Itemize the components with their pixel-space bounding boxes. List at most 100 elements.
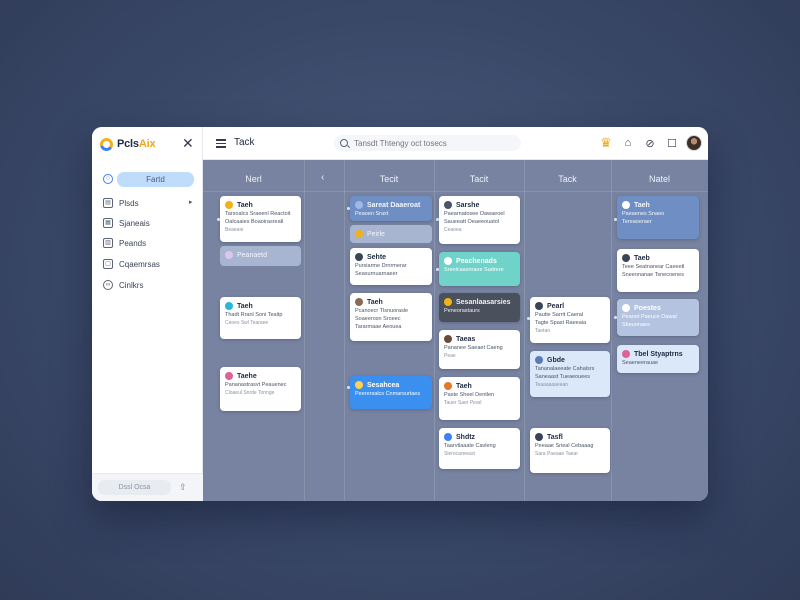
card-title-text: Sarshe (456, 201, 480, 209)
task-card[interactable]: Sareat Daaeroat Peaoen Sraxt (350, 196, 432, 221)
home-icon[interactable]: ⌂ (620, 135, 636, 151)
avatar[interactable] (686, 135, 702, 151)
card-meta: Sara Paeaae Taear (535, 451, 578, 457)
card-title: Sesanlaasarsies (444, 297, 515, 307)
connector-dot (436, 268, 439, 271)
card-avatar-icon (444, 257, 452, 265)
task-card[interactable]: Taeh Paeaenes Snaeo Tereaoeraer (617, 196, 699, 239)
chat-icon[interactable]: ☐ (664, 135, 680, 151)
menu-icon[interactable] (216, 139, 226, 148)
task-card[interactable]: Pearl Pautie Sarrit Caeral Tagte Spast Rae… (530, 297, 610, 343)
task-card[interactable]: Shdtz Taarvtlaaate Cavleng Slerocareeast (439, 428, 520, 469)
column-divider (304, 160, 305, 501)
sidebar-item-cqaemrsas[interactable]: ▢ Cqaemrsas (103, 258, 160, 270)
card-description: Taarvtlaaate Cavleng (444, 443, 496, 449)
card-title: Poestes (622, 303, 694, 313)
column-title[interactable]: Nerl (203, 174, 304, 184)
card-title: Shdtz (444, 432, 515, 442)
search-icon (340, 139, 348, 147)
settings-icon[interactable]: ⇧ (179, 482, 187, 493)
card-avatar-icon (355, 253, 363, 261)
task-card[interactable]: Taeh Thadt Rranl Soni Teaitp Ceoes Swl Tea… (220, 297, 301, 339)
task-card[interactable]: Peachenads Sreolcaasnraoe Sadrere (439, 252, 520, 286)
task-card[interactable]: Tasfl Peeaae Srieal Cebaaag Sara Paeaae Ta… (530, 428, 610, 473)
task-card[interactable]: Taehe Pananastrasvt Peauenec Cloaeul Snrde… (220, 367, 301, 411)
sidebar-item-cinlkrs[interactable]: ∞ Cinlkrs (103, 279, 143, 291)
card-meta: Ceaoea (444, 227, 462, 233)
connector-dot (614, 316, 617, 319)
card-avatar-icon (622, 304, 630, 312)
card-title: Sehte (355, 252, 427, 262)
card-avatar-icon (355, 201, 363, 209)
card-description: Peaoen Sraxt (355, 211, 389, 217)
card-title: Taeh (355, 297, 427, 307)
task-card[interactable]: Taeb Teee Seatnanear Caeeetl Sneeonanae Ts… (617, 249, 699, 292)
card-title-text: Peirle (367, 230, 385, 238)
card-title: Taeh (225, 200, 296, 210)
task-card[interactable]: Taeh Pcanoecr Tlsnuorasle Soaeerosn Sroeec… (350, 293, 432, 341)
sidebar-primary-button[interactable]: Fartd (117, 172, 194, 187)
circle-icon: ○ (103, 174, 113, 184)
brand[interactable]: PclsAix (100, 135, 156, 153)
card-meta: Taetao (535, 328, 551, 334)
task-card[interactable]: Sehte Pursiarme Drnrmerar Seaxurnuarnaeer (350, 248, 432, 285)
card-meta: Ceoes Swl Tearaee (225, 320, 269, 326)
task-card[interactable]: Sesanlaasarsies Peneorastaurs (439, 293, 520, 322)
card-title-text: Taeh (237, 201, 253, 209)
sidebar-item-peands[interactable]: ▥ Peands (103, 237, 146, 249)
card-title-text: Taeas (456, 335, 476, 343)
page-title: Tack (234, 137, 255, 148)
card-avatar-icon (225, 251, 233, 259)
card-title-text: Taeb (634, 254, 650, 262)
card-meta: Beaeaie (225, 227, 244, 233)
task-card[interactable]: Taeas Pananee Saeaet Caeng Peae (439, 330, 520, 369)
task-card[interactable]: Peirle (350, 225, 432, 243)
card-meta: Tauer Saer Pearl (444, 400, 482, 406)
card-description: Seaeneerauae (622, 360, 659, 366)
crown-icon[interactable]: ♛ (598, 135, 614, 151)
card-avatar-icon (355, 381, 363, 389)
close-icon[interactable]: ✕ (182, 136, 194, 150)
chevron-right-icon[interactable]: ▸ (189, 198, 193, 206)
column-title[interactable]: Tack (524, 174, 611, 184)
sidebar-item-sjaneais[interactable]: ▦ Sjaneais (103, 217, 150, 229)
card-title-text: Sesahcea (367, 381, 400, 389)
tag-icon[interactable]: ⊘ (642, 135, 658, 151)
card-avatar-icon (535, 356, 543, 364)
task-card[interactable]: Sesahcea Peerersalcs Cnmarsurtaes (350, 376, 432, 409)
search-input[interactable] (354, 138, 514, 148)
column-title[interactable]: Natel (611, 174, 708, 184)
task-card[interactable]: Gbde Tananalaeeate Cahalsrs Saneaast Tueae… (530, 351, 610, 397)
card-title-text: Taeh (634, 201, 650, 209)
task-card[interactable]: Taeh Paste Sheel Dentlen Tauer Saer Pearl (439, 377, 520, 420)
sidebar-footer-button[interactable]: Dssl Ocsa (98, 480, 171, 495)
task-card[interactable]: Taeh Tarsoalcs Sraeenl Reactoit Oalcaaies … (220, 196, 301, 242)
card-description: Tarsoalcs Sraeenl Reactoit (225, 211, 291, 217)
column-title[interactable]: Tacit (434, 174, 524, 184)
card-avatar-icon (444, 201, 452, 209)
task-card[interactable]: Poestes Peanet Paeuce Oawal Sbeuonaes (617, 299, 699, 336)
task-card[interactable]: Peanaetd (220, 246, 301, 266)
card-avatar-icon (535, 433, 543, 441)
app-window: PclsAix ✕ ○ Fartd ▤ Plsds ▸ ▦ Sjaneais ▥… (92, 127, 708, 501)
sidebar-item-plsds[interactable]: ▤ Plsds (103, 197, 139, 209)
card-title-text: Poestes (634, 304, 661, 312)
card-description: Soaeerosn Sroeec (355, 316, 401, 322)
column-title[interactable]: Tecit (344, 174, 434, 184)
search-bar[interactable] (334, 135, 521, 151)
card-title: Taeb (622, 253, 694, 263)
card-description: Tagte Spast Raeeaia (535, 320, 587, 326)
sidebar-item-label: Sjaneais (119, 218, 150, 228)
card-avatar-icon (355, 298, 363, 306)
card-title-text: Taehe (237, 372, 257, 380)
card-title: Tbel Styaptrns (622, 349, 694, 359)
card-title-text: Taeh (367, 298, 383, 306)
task-card[interactable]: Sarshe Paearnatosee Oawaeoel Saueeatt Oeae… (439, 196, 520, 244)
card-description: Saneaast Tueaeouees (535, 374, 591, 380)
card-avatar-icon (622, 350, 630, 358)
chevron-left-icon[interactable]: ‹ (321, 172, 324, 183)
card-title-text: Sesanlaasarsies (456, 298, 511, 306)
card-title: Taehe (225, 371, 296, 381)
card-description: Peeaae Srieal Cebaaag (535, 443, 594, 449)
task-card[interactable]: Tbel Styaptrns Seaeneerauae (617, 345, 699, 373)
